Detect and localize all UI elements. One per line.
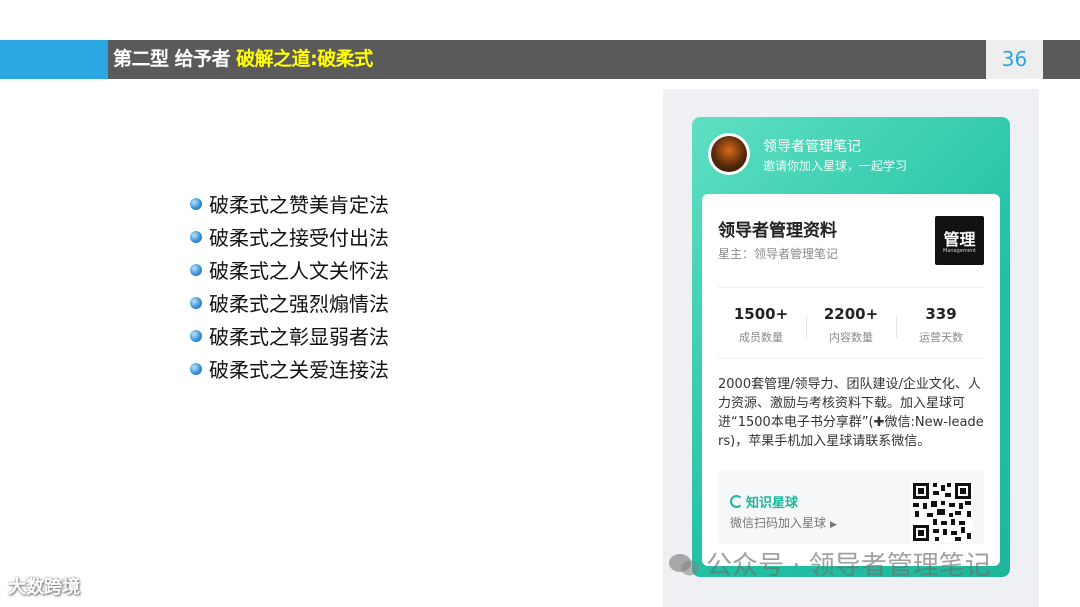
bullet-icon	[190, 362, 202, 375]
wechat-icon	[669, 554, 699, 576]
stat-label: 运营天数	[919, 331, 963, 344]
resource-owner: 星主：领导者管理笔记	[718, 247, 839, 261]
page-number: 36	[1001, 47, 1028, 71]
stat-label: 内容数量	[829, 331, 873, 344]
list-item: 破柔式之人文关怀法	[190, 253, 389, 286]
divider	[718, 287, 984, 288]
header-end-block	[1043, 40, 1080, 79]
watermark-text: 公众号 · 领导者管理笔记	[706, 551, 991, 581]
planet-icon	[730, 495, 743, 508]
list-item: 破柔式之彰显弱者法	[190, 319, 389, 352]
stat-content: 2200+ 内容数量	[806, 305, 896, 345]
bullet-icon	[190, 263, 202, 276]
list-item-text: 破柔式之接受付出法	[209, 226, 389, 250]
qr-code-icon[interactable]	[911, 481, 973, 543]
stat-value: 2200+	[823, 305, 879, 323]
slide-subtitle: 破解之道:破柔式	[236, 48, 373, 70]
list-item: 破柔式之赞美肯定法	[190, 187, 389, 220]
play-arrow-icon: ▶	[830, 520, 837, 530]
list-item-text: 破柔式之人文关怀法	[209, 259, 389, 283]
list-item-text: 破柔式之强烈煽情法	[209, 292, 389, 316]
header-accent-block	[0, 40, 108, 79]
list-item: 破柔式之关爱连接法	[190, 352, 389, 385]
card-invite-text: 邀请你加入星球，一起学习	[763, 159, 908, 173]
scan-to-join[interactable]: 微信扫码加入星球 ▶	[730, 514, 837, 531]
list-item-text: 破柔式之赞美肯定法	[209, 193, 389, 217]
planet-brand: 知识星球	[730, 492, 798, 511]
slide-title: 第二型 给予者 破解之道:破柔式	[113, 48, 373, 70]
resource-title: 领导者管理资料	[718, 221, 837, 241]
stat-label: 成员数量	[739, 331, 783, 344]
stat-members: 1500+ 成员数量	[716, 305, 806, 345]
list-item-text: 破柔式之彰显弱者法	[209, 325, 389, 349]
list-item: 破柔式之接受付出法	[190, 220, 389, 253]
avatar-image	[711, 136, 747, 172]
scan-label: 微信扫码加入星球	[730, 516, 827, 530]
management-logo-subtext: Management	[943, 248, 976, 254]
bullet-icon	[190, 329, 202, 342]
list-item-text: 破柔式之关爱连接法	[209, 358, 389, 382]
card-description: 2000套管理/领导力、团队建设/企业文化、人力资源、激励与考核资料下载。加入星…	[718, 377, 984, 449]
divider	[718, 358, 984, 359]
stat-value: 1500+	[733, 305, 789, 323]
bullet-icon	[190, 230, 202, 243]
bullet-icon	[190, 197, 202, 210]
bullet-icon	[190, 296, 202, 309]
stat-value: 339	[925, 305, 957, 323]
stat-days: 339 运营天数	[896, 305, 986, 345]
list-item: 破柔式之强烈煽情法	[190, 286, 389, 319]
planet-label: 知识星球	[746, 496, 799, 511]
corner-logo: 大数跨境	[8, 577, 80, 598]
bullet-list: 破柔式之赞美肯定法 破柔式之接受付出法 破柔式之人文关怀法 破柔式之强烈煽情法 …	[190, 187, 389, 385]
card-account-name: 领导者管理笔记	[763, 139, 861, 155]
management-logo-text: 管理	[943, 230, 976, 249]
